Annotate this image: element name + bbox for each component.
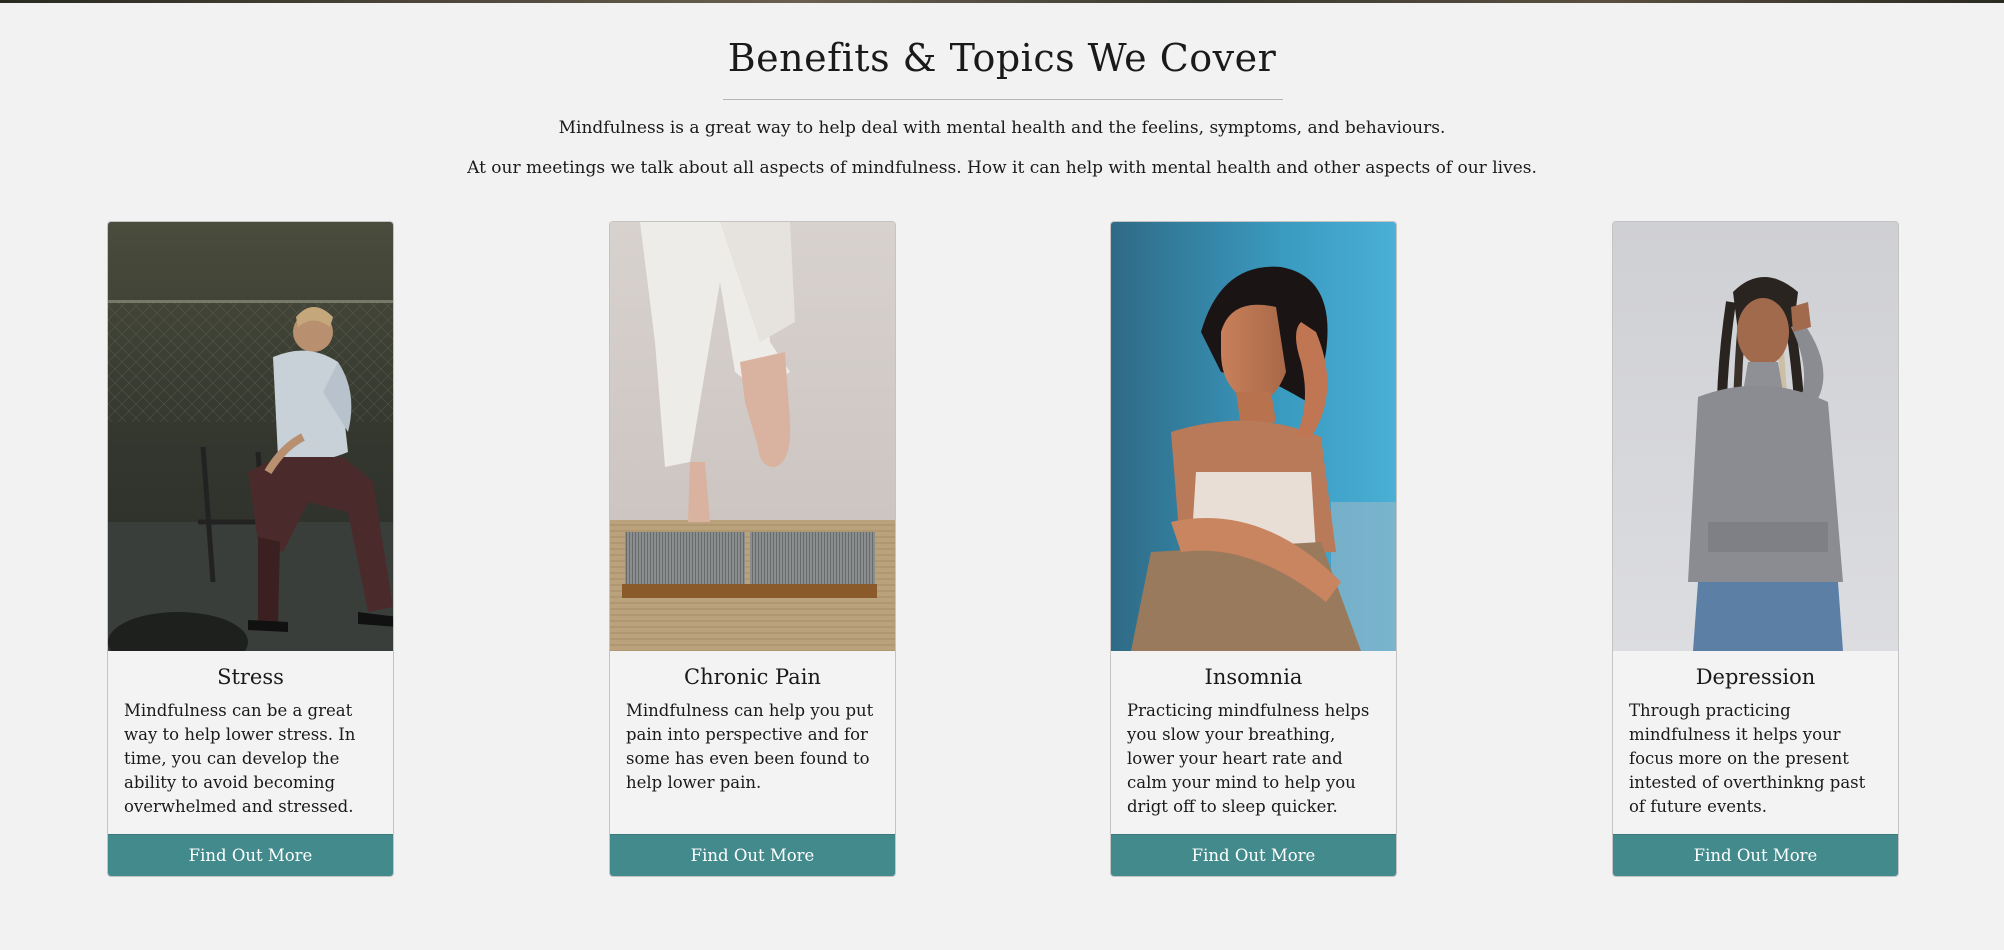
topic-card-depression: Depression Through practicing mindfulnes… [1612, 221, 1899, 877]
find-out-more-button[interactable]: Find Out More [108, 834, 393, 876]
card-description: Through practicing mindfulness it helps … [1629, 701, 1866, 816]
card-description: Mindfulness can be a great way to help l… [124, 701, 356, 816]
topic-card-stress: Stress Mindfulness can be a great way to… [107, 221, 394, 877]
card-title: Insomnia [1204, 665, 1303, 689]
intro-paragraph: At our meetings we talk about all aspect… [467, 158, 1537, 178]
intro-paragraph: Mindfulness is a great way to help deal … [558, 118, 1446, 138]
card-title: Depression [1695, 665, 1816, 689]
find-out-more-button[interactable]: Find Out More [610, 834, 895, 876]
card-title: Stress [217, 665, 284, 689]
section-title: Benefits & Topics We Cover [727, 36, 1277, 80]
find-out-more-button[interactable]: Find Out More [1613, 834, 1898, 876]
header-image-edge [0, 0, 2004, 3]
card-description: Mindfulness can help you put pain into p… [626, 701, 874, 792]
card-title: Chronic Pain [684, 665, 821, 689]
topic-card-chronic-pain: Chronic Pain Mindfulness can help you pu… [609, 221, 896, 877]
stress-photo [108, 222, 393, 651]
chronic-pain-photo [610, 222, 895, 651]
topic-card-insomnia: Insomnia Practicing mindfulness helps yo… [1110, 221, 1397, 877]
insomnia-photo [1111, 222, 1396, 651]
title-divider [723, 99, 1283, 100]
card-description: Practicing mindfulness helps you slow yo… [1127, 701, 1370, 816]
find-out-more-button[interactable]: Find Out More [1111, 834, 1396, 876]
depression-photo [1613, 222, 1898, 651]
